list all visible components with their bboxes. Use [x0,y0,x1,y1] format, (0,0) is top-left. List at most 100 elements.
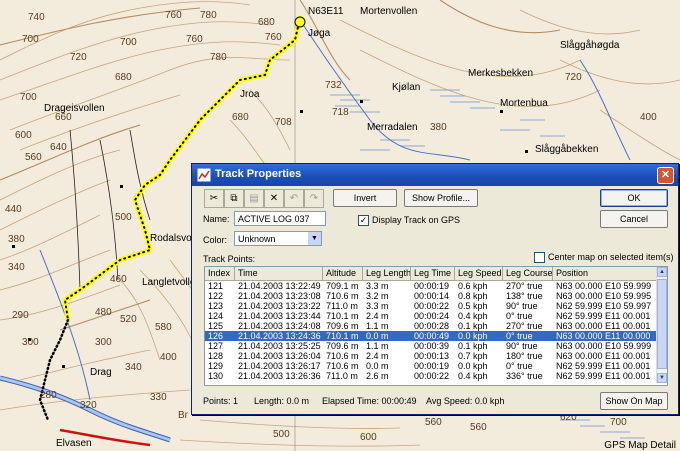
contour-label: 680 [232,112,249,123]
cell-altitude: 709.6 m [326,321,359,331]
column-header-position[interactable]: Position [553,267,657,280]
cell-leg-length: 0.0 m [366,361,389,371]
cell-altitude: 709.1 m [326,281,359,291]
cell-time: 21.04.2003 13:26:04 [238,351,321,361]
table-row[interactable]: 126 21.04.2003 13:24:36 710.1 m 0.0 m 00:00:… [205,331,657,341]
cell-altitude: 709.6 m [326,341,359,351]
table-header: Index Time Altitude Leg Length Leg Time … [205,267,657,281]
contour-label: 718 [332,107,349,118]
cell-leg-speed: 0.0 kph [458,361,488,371]
color-select[interactable]: Unknown ▼ [234,231,322,246]
scroll-down-icon[interactable]: ▼ [657,373,667,383]
cell-leg-speed: 0.4 kph [458,311,488,321]
cell-time: 21.04.2003 13:22:49 [238,281,321,291]
table-row[interactable]: 123 21.04.2003 13:23:22 711.0 m 3.3 m 00:00:… [205,301,657,311]
cell-leg-course: 90° true [506,341,538,351]
column-header-leg-time[interactable]: Leg Time [411,267,455,280]
invert-button[interactable]: Invert [333,189,397,207]
cell-altitude: 710.6 m [326,351,359,361]
dialog-titlebar[interactable]: Track Properties ✕ [192,164,678,186]
contour-label: Br [178,410,189,421]
column-header-leg-length[interactable]: Leg Length [363,267,411,280]
table-row[interactable]: 129 21.04.2003 13:26:17 710.6 m 0.0 m 00:00:… [205,361,657,371]
contour-label: 300 [95,337,112,348]
cell-time: 21.04.2003 13:25:25 [238,341,321,351]
cell-leg-time: 00:00:19 [414,281,450,291]
cell-index: 125 [208,321,224,331]
cell-leg-time: 00:00:22 [414,371,450,381]
cell-position: N62 59.999 E11 00.001 [556,311,651,321]
cell-index: 130 [208,371,224,381]
column-header-leg-speed[interactable]: Leg Speed [455,267,503,280]
cell-position: N63 00.000 E11 00.001 [556,321,651,331]
display-track-label: Display Track on GPS [372,215,461,225]
cell-leg-course: 0° true [506,361,533,371]
column-header-index[interactable]: Index [205,267,235,280]
points-count: Points: 1 [203,396,239,406]
contour-label: 400 [640,112,657,123]
scroll-up-icon[interactable]: ▲ [657,267,667,277]
contour-label: 300 [22,337,39,348]
display-track-checkbox[interactable]: ✓ [358,215,369,226]
color-select-value: Unknown [238,234,276,244]
contour-label: 708 [275,117,292,128]
contour-label: 560 [425,417,442,428]
table-row[interactable]: 130 21.04.2003 13:26:36 711.0 m 2.6 m 00:00:… [205,371,657,381]
table-row[interactable]: 127 21.04.2003 13:25:25 709.6 m 1.1 m 00:00:… [205,341,657,351]
center-map-checkbox[interactable] [534,252,545,263]
cell-time: 21.04.2003 13:26:17 [238,361,321,371]
cell-leg-speed: 0.7 kph [458,351,488,361]
contour-label: 340 [8,262,25,273]
cut-icon[interactable]: ✂ [204,189,224,208]
cell-leg-speed: 0.0 kph [458,331,488,341]
contour-label: 480 [95,307,112,318]
paste-icon[interactable]: ▤ [244,189,264,208]
cell-time: 21.04.2003 13:26:36 [238,371,321,381]
cell-time: 21.04.2003 13:23:44 [238,311,321,321]
column-header-time[interactable]: Time [235,267,323,280]
copy-icon[interactable]: ⧉ [224,189,244,208]
column-header-leg-course[interactable]: Leg Course [503,267,553,280]
close-button[interactable]: ✕ [657,167,674,184]
scroll-thumb[interactable] [657,279,667,369]
cell-leg-length: 2.4 m [366,311,389,321]
track-name-field[interactable]: ACTIVE LOG 037 [234,211,326,226]
redo-icon[interactable]: ↷ [304,189,324,208]
show-profile-button[interactable]: Show Profile... [404,189,478,207]
cell-leg-course: 336° true [506,371,543,381]
cell-position: N63 00.000 E11 00.001 [556,351,651,361]
table-row[interactable]: 122 21.04.2003 13:23:08 710.6 m 3.2 m 00:00:… [205,291,657,301]
cell-leg-speed: 0.6 kph [458,281,488,291]
avg-speed: Avg Speed: 0.0 kph [426,396,505,406]
cell-index: 127 [208,341,224,351]
place-label: Jroa [240,89,260,100]
column-header-altitude[interactable]: Altitude [323,267,363,280]
contour-label: 580 [155,322,172,333]
chevron-down-icon[interactable]: ▼ [308,232,321,245]
undo-icon[interactable]: ↶ [284,189,304,208]
cell-index: 129 [208,361,224,371]
name-label: Name: [203,214,230,224]
cell-position: N62 59.999 E10 59.997 [556,301,652,311]
cell-time: 21.04.2003 13:24:08 [238,321,321,331]
contour-label: 460 [110,274,127,285]
contour-label: 320 [80,400,97,411]
center-map-label: Center map on selected item(s) [548,252,674,262]
cell-leg-length: 3.2 m [366,291,389,301]
show-on-map-button[interactable]: Show On Map [600,392,668,410]
place-label: Merradalen [367,122,418,133]
cell-position: N63 00.000 E10 59.995 [556,291,652,301]
cell-leg-length: 2.6 m [366,371,389,381]
cell-leg-time: 00:00:19 [414,361,450,371]
table-row[interactable]: 121 21.04.2003 13:22:49 709.1 m 3.3 m 00:00:… [205,281,657,291]
delete-icon[interactable]: ✕ [264,189,284,208]
table-row[interactable]: 125 21.04.2003 13:24:08 709.6 m 1.1 m 00:00:… [205,321,657,331]
cell-leg-course: 180° true [506,351,543,361]
track-points-table[interactable]: Index Time Altitude Leg Length Leg Time … [204,266,668,386]
table-row[interactable]: 124 21.04.2003 13:23:44 710.1 m 2.4 m 00:00:… [205,311,657,321]
vertical-scrollbar[interactable]: ▲ ▼ [656,267,667,383]
table-row[interactable]: 128 21.04.2003 13:26:04 710.6 m 2.4 m 00:00:… [205,351,657,361]
cancel-button[interactable]: Cancel [600,210,668,228]
place-label: Jøga [308,28,331,39]
ok-button[interactable]: OK [600,189,668,207]
